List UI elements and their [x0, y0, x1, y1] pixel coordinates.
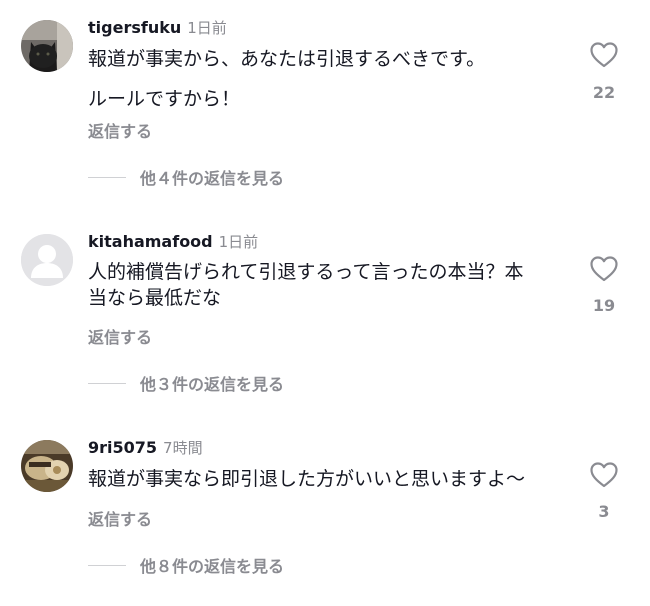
replies-divider-line [88, 382, 126, 384]
reply-button[interactable]: 返信する [88, 118, 152, 142]
comment-text: 報道が事実から、あなたは引退するべきです。 ルールですから！ [88, 46, 558, 112]
username[interactable]: kitahamafood [88, 232, 213, 251]
username[interactable]: tigersfuku [88, 18, 181, 37]
avatar[interactable] [21, 234, 73, 286]
comment-text-line: ルールですから！ [88, 88, 241, 110]
view-more-replies-label: 他３件の返信を見る [140, 375, 285, 394]
like-button[interactable] [588, 256, 620, 282]
comment-time: 1日前 [187, 19, 227, 37]
comment-meta: kitahamafood 1日前 [88, 232, 258, 252]
like-count: 3 [598, 502, 610, 521]
replies-divider-line [88, 564, 126, 566]
view-more-replies-button[interactable]: 他４件の返信を見る [88, 167, 285, 188]
comment-meta: tigersfuku 1日前 [88, 18, 227, 38]
comment-text-line: 当なら最低だな [88, 287, 222, 309]
like-count: 22 [592, 83, 616, 102]
comment-text-line: 報道が事実から、あなたは引退するべきです。 [88, 48, 486, 70]
view-more-replies-label: 他４件の返信を見る [140, 169, 285, 188]
view-more-replies-button[interactable]: 他３件の返信を見る [88, 373, 285, 394]
view-more-replies-label: 他８件の返信を見る [140, 557, 285, 576]
heart-outline-icon [590, 42, 618, 68]
default-user-icon [21, 234, 73, 286]
like-count: 19 [592, 296, 616, 315]
avatar[interactable] [21, 440, 73, 492]
avatar[interactable] [21, 20, 73, 72]
username[interactable]: 9ri5075 [88, 438, 157, 457]
comment-text: 報道が事実なら即引退した方がいいと思いますよ〜 [88, 466, 558, 492]
heart-outline-icon [590, 256, 618, 282]
view-more-replies-button[interactable]: 他８件の返信を見る [88, 555, 285, 576]
replies-divider-line [88, 176, 126, 178]
comment-text-line: 報道が事実なら即引退した方がいいと思いますよ〜 [88, 468, 526, 490]
avatar-image-black-cat [21, 20, 73, 72]
like-button[interactable] [588, 42, 620, 68]
comment-time: 1日前 [218, 233, 259, 251]
comment-text: 人的補償告げられて引退するって言ったの本当？本 当なら最低だな [88, 259, 558, 311]
comment-time: 7時間 [163, 439, 203, 457]
like-button[interactable] [588, 462, 620, 488]
comment-meta: 9ri5075 7時間 [88, 438, 203, 458]
reply-button[interactable]: 返信する [88, 506, 152, 530]
comment-text-line: 人的補償告げられて引退するって言ったの本当？本 [88, 261, 524, 283]
reply-button[interactable]: 返信する [88, 324, 152, 348]
heart-outline-icon [590, 462, 618, 488]
avatar-image-food [21, 440, 73, 492]
